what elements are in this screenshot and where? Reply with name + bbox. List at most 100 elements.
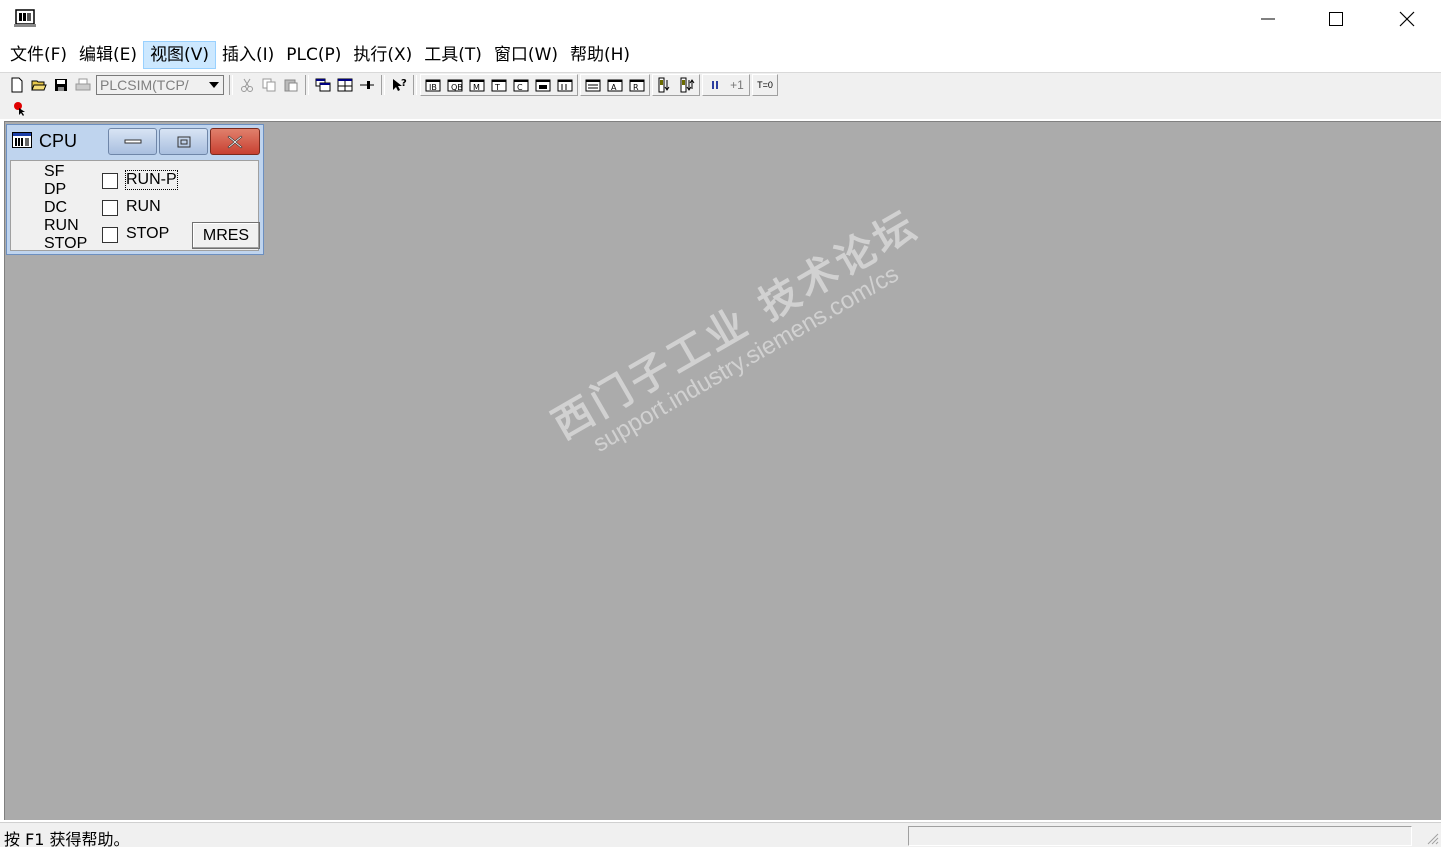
accumulators-icon xyxy=(585,79,601,92)
led-sf: SF xyxy=(44,163,65,180)
menu-bar: 文件(F) 编辑(E) 视图(V) 插入(I) PLC(P) 执行(X) 工具(… xyxy=(0,40,1441,70)
svg-text:?: ? xyxy=(401,78,407,89)
cascade-button[interactable] xyxy=(312,75,334,95)
menu-edit[interactable]: 编辑(E) xyxy=(73,41,143,69)
toolbar-separator xyxy=(381,75,385,95)
insert-output-icon: QB xyxy=(447,79,463,92)
single-scan-icon xyxy=(658,77,670,93)
chevron-down-icon[interactable] xyxy=(205,76,223,94)
pin-icon xyxy=(360,81,374,89)
insert-input-button[interactable]: IB xyxy=(422,75,444,95)
svg-text:R: R xyxy=(633,83,639,92)
insert-bitmemory-icon: M xyxy=(469,79,485,92)
block-registers-icon: A xyxy=(607,79,623,92)
stacks-icon: R xyxy=(629,79,645,92)
minimize-icon xyxy=(1261,18,1275,20)
cpu-minimize-button[interactable] xyxy=(108,128,157,155)
print-icon xyxy=(75,78,91,91)
accumulators-button[interactable] xyxy=(582,75,604,95)
new-button[interactable] xyxy=(6,75,28,95)
close-icon xyxy=(1399,11,1415,27)
tile-windows-icon xyxy=(337,78,353,92)
maximize-button[interactable] xyxy=(1313,0,1359,38)
close-button[interactable] xyxy=(1384,0,1430,38)
copy-icon xyxy=(262,78,276,92)
save-button[interactable] xyxy=(50,75,72,95)
toolbar-separator xyxy=(305,75,309,95)
record-pointer-icon xyxy=(14,102,25,116)
menu-view[interactable]: 视图(V) xyxy=(143,41,216,69)
cut-button[interactable] xyxy=(236,75,258,95)
menu-tools[interactable]: 工具(T) xyxy=(418,41,488,69)
led-dc: DC xyxy=(44,199,68,216)
menu-plc[interactable]: PLC(P) xyxy=(280,41,347,69)
run-label[interactable]: RUN xyxy=(126,198,161,216)
mres-button[interactable]: MRES xyxy=(192,222,260,249)
menu-file[interactable]: 文件(F) xyxy=(4,41,73,69)
paste-button[interactable] xyxy=(280,75,302,95)
stop-label[interactable]: STOP xyxy=(126,225,169,243)
maximize-icon xyxy=(1329,12,1343,26)
led-run: RUN xyxy=(44,217,79,234)
pause-icon xyxy=(712,81,718,89)
minimize-button[interactable] xyxy=(1245,0,1291,38)
menu-window[interactable]: 窗口(W) xyxy=(488,41,564,69)
minimize-icon xyxy=(124,139,141,143)
insert-input-icon: IB xyxy=(425,79,441,92)
insert-vertical-bits-icon xyxy=(557,79,573,92)
status-pane xyxy=(908,826,1412,846)
pause-button[interactable] xyxy=(704,75,726,95)
continuous-scan-button[interactable] xyxy=(676,75,698,95)
svg-text:C: C xyxy=(517,83,523,92)
insert-counter-icon: C xyxy=(513,79,529,92)
pin-button[interactable] xyxy=(356,75,378,95)
menu-insert[interactable]: 插入(I) xyxy=(216,41,280,69)
stacks-button[interactable]: R xyxy=(626,75,648,95)
breakpoint-button[interactable] xyxy=(8,98,30,118)
cut-icon xyxy=(241,78,253,92)
toolbar-separator xyxy=(413,75,417,95)
print-button[interactable] xyxy=(72,75,94,95)
block-registers-button[interactable]: A xyxy=(604,75,626,95)
insert-bitmemory-button[interactable]: M xyxy=(466,75,488,95)
menu-help[interactable]: 帮助(H) xyxy=(564,41,636,69)
app-icon[interactable] xyxy=(13,7,37,29)
single-scan-button[interactable] xyxy=(654,75,676,95)
tile-button[interactable] xyxy=(334,75,356,95)
insert-vertical-bits-button[interactable] xyxy=(554,75,576,95)
insert-generic-button[interactable] xyxy=(532,75,554,95)
main-toolbar: PLCSIM(TCP/ ? IB QB M T C A R +1 T=0 xyxy=(0,72,1441,97)
copy-button[interactable] xyxy=(258,75,280,95)
timer-toolbar-group: T=0 xyxy=(752,74,778,96)
insert-timer-button[interactable]: T xyxy=(488,75,510,95)
cpu-window-titlebar[interactable]: CPU xyxy=(7,125,263,157)
insert-counter-button[interactable]: C xyxy=(510,75,532,95)
insert-toolbar-group: IB QB M T C xyxy=(420,74,578,96)
run-checkbox[interactable] xyxy=(102,200,118,216)
cpu-window-title: CPU xyxy=(39,131,78,151)
connection-select[interactable]: PLCSIM(TCP/ xyxy=(96,75,224,95)
secondary-toolbar xyxy=(0,97,1441,119)
status-bar: 按 F1 获得帮助。 xyxy=(0,822,1441,849)
stop-checkbox[interactable] xyxy=(102,227,118,243)
insert-generic-icon xyxy=(535,79,551,92)
step-button[interactable]: +1 xyxy=(726,75,748,95)
resize-grip-icon[interactable] xyxy=(1425,831,1439,845)
run-p-checkbox[interactable] xyxy=(102,173,118,189)
cascade-windows-icon xyxy=(315,78,331,92)
cpu-close-button[interactable] xyxy=(210,128,260,155)
open-button[interactable] xyxy=(28,75,50,95)
context-help-button[interactable]: ? xyxy=(388,75,410,95)
insert-output-button[interactable]: QB xyxy=(444,75,466,95)
scan-toolbar-group xyxy=(652,74,700,96)
menu-execute[interactable]: 执行(X) xyxy=(347,41,418,69)
cpu-window[interactable]: CPU SF DP DC RUN STOP RUN-P RUN STOP MRE… xyxy=(6,124,264,255)
close-icon xyxy=(227,135,243,148)
cpu-restore-button[interactable] xyxy=(159,128,208,155)
pause-toolbar-group: +1 xyxy=(702,74,750,96)
cpu-icon xyxy=(12,132,32,148)
svg-text:M: M xyxy=(473,83,480,92)
help-pointer-icon: ? xyxy=(393,78,407,91)
run-p-label[interactable]: RUN-P xyxy=(125,170,178,190)
reset-timers-button[interactable]: T=0 xyxy=(754,75,776,95)
